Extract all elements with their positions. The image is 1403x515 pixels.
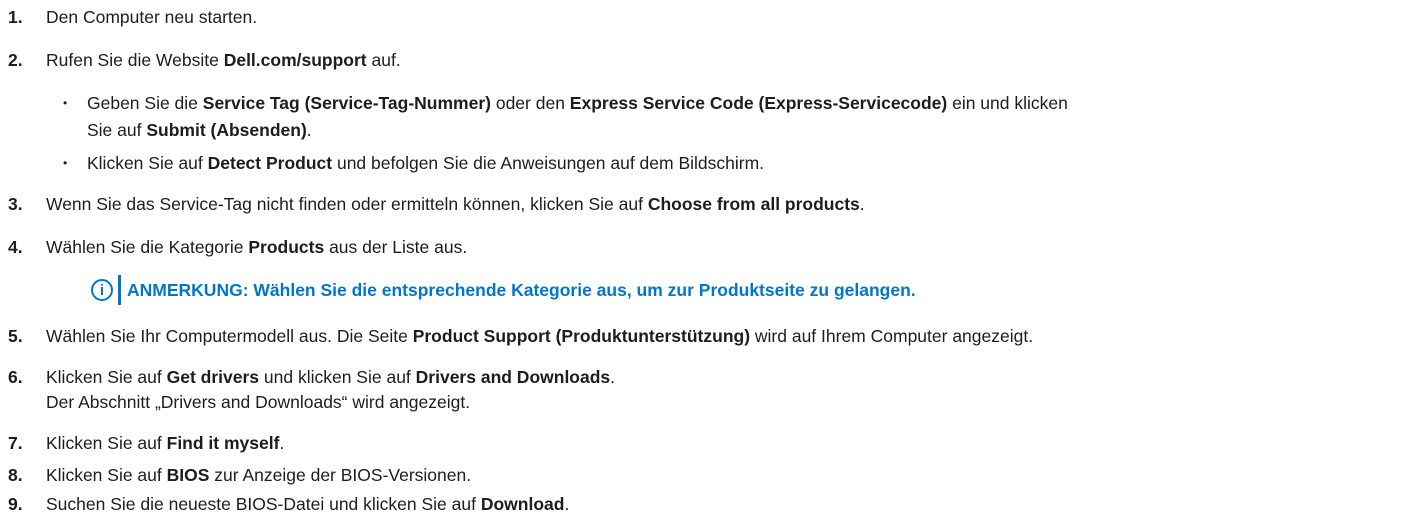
bullet: • — [63, 96, 68, 110]
step-result-text: Der Abschnitt „Drivers and Downloads“ wi… — [46, 392, 471, 412]
step-text: Klicken Sie auf Find it myself. — [46, 433, 285, 453]
step-number: 3. — [8, 194, 23, 214]
sub-step-text: Klicken Sie auf Detect Product und befol… — [87, 153, 765, 173]
step-number: 2. — [8, 50, 23, 70]
sub-step-text: Sie auf Submit (Absenden). — [87, 120, 312, 140]
step-text: Klicken Sie auf BIOS zur Anzeige der BIO… — [46, 465, 472, 485]
step-text: Wählen Sie die Kategorie Products aus de… — [46, 237, 468, 257]
step-number: 7. — [8, 433, 23, 453]
step-text: Suchen Sie die neueste BIOS-Datei und kl… — [46, 494, 570, 514]
bullet: • — [63, 156, 68, 170]
note-callout: i ANMERKUNG: Wählen Sie die entsprechend… — [91, 275, 916, 305]
step-text: Wählen Sie Ihr Computermodell aus. Die S… — [46, 326, 1034, 346]
step-number: 9. — [8, 494, 23, 514]
note-text: ANMERKUNG: Wählen Sie die entsprechende … — [127, 279, 916, 300]
info-icon: i — [91, 279, 113, 301]
step-number: 4. — [8, 237, 23, 257]
step-number: 6. — [8, 367, 23, 387]
step-text: Rufen Sie die Website Dell.com/support a… — [46, 50, 401, 70]
step-text: Den Computer neu starten. — [46, 7, 258, 27]
step-number: 8. — [8, 465, 23, 485]
bios-update-instructions: 1. Den Computer neu starten. 2. Rufen Si… — [0, 0, 1403, 515]
link-dell-support: Dell.com/support — [223, 50, 367, 70]
sub-step-text: Geben Sie die Service Tag (Service-Tag-N… — [87, 93, 1068, 113]
step-text: Klicken Sie auf Get drivers und klicken … — [46, 367, 616, 387]
step-text: Wenn Sie das Service-Tag nicht finden od… — [46, 194, 865, 214]
note-divider — [118, 275, 121, 305]
step-number: 5. — [8, 326, 23, 346]
step-number: 1. — [8, 7, 23, 27]
